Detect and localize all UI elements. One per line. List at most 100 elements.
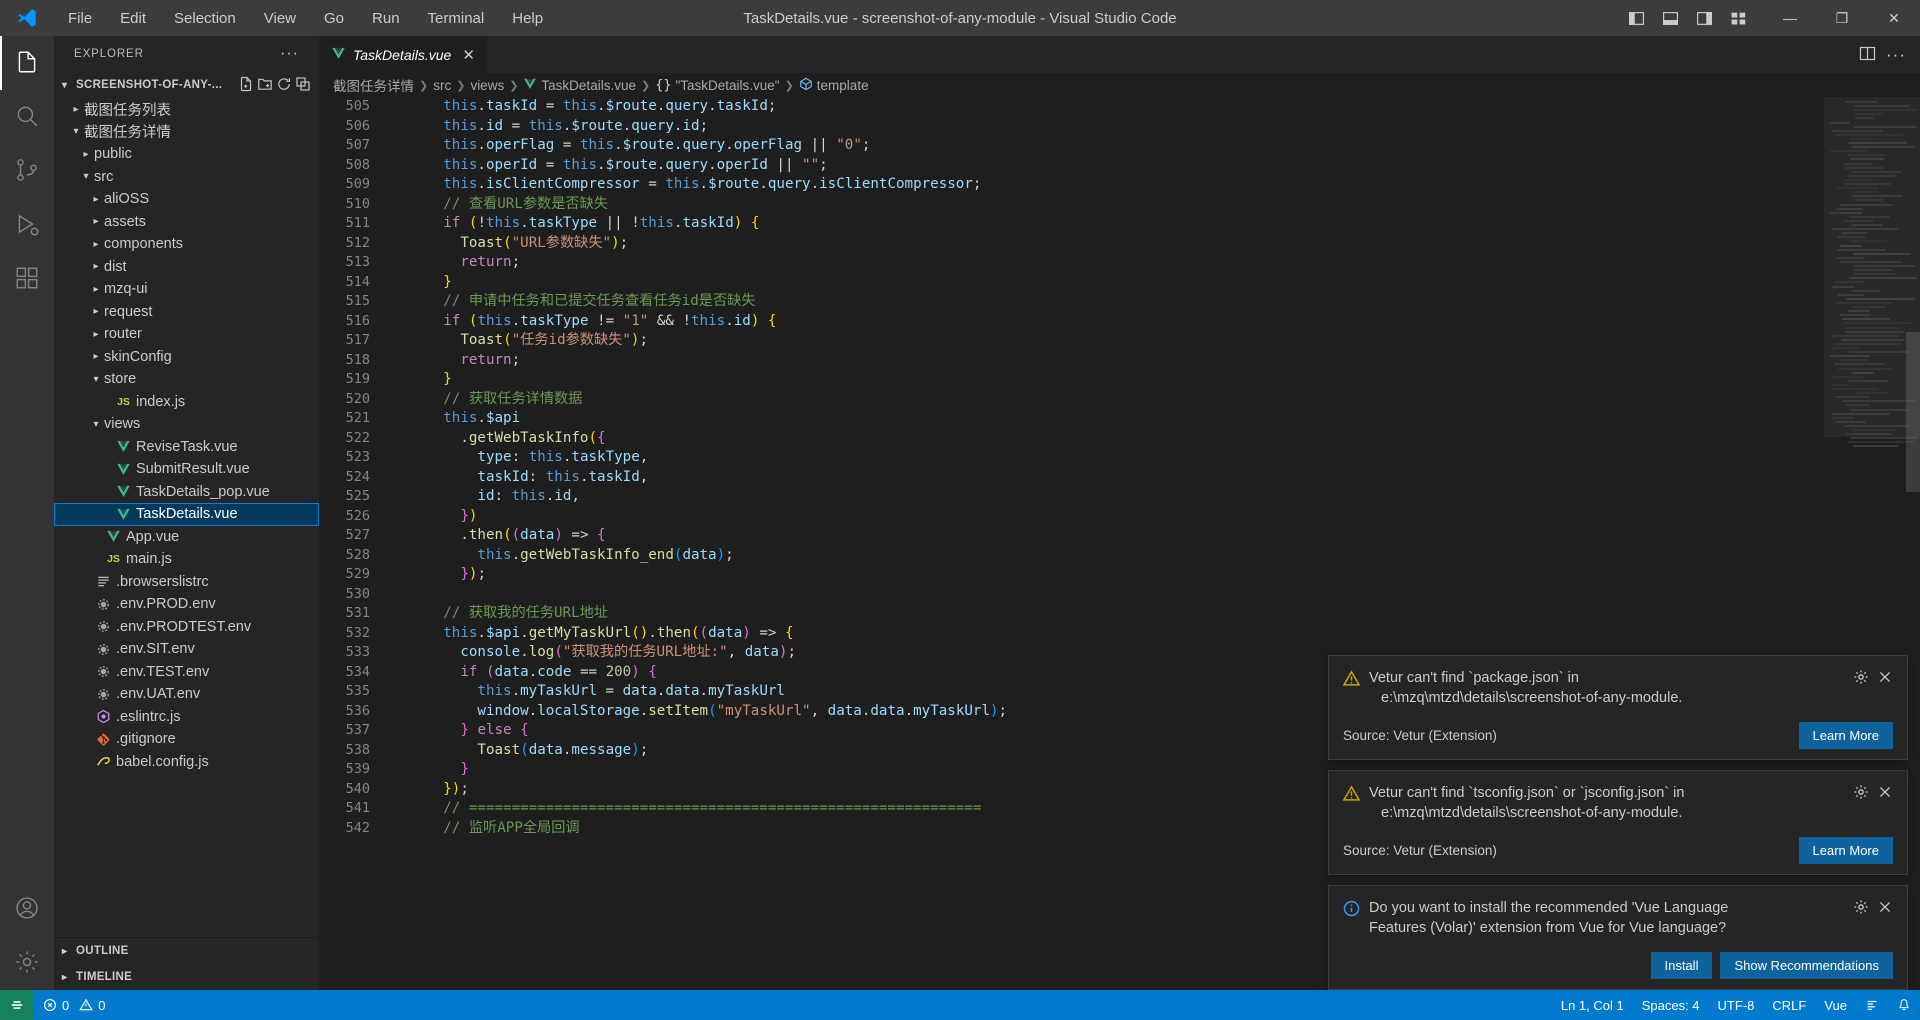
code-line[interactable]: if (!this.taskType || !this.taskId) { (392, 214, 1824, 234)
breadcrumb-item-2[interactable]: views (470, 78, 504, 93)
code-line[interactable]: }); (392, 565, 1824, 585)
encoding-status[interactable]: UTF-8 (1709, 990, 1764, 1020)
activity-accounts[interactable] (0, 882, 54, 936)
close-icon[interactable] (1877, 899, 1893, 918)
collapse-all-icon[interactable] (295, 76, 311, 95)
notification-button-show-recommendations[interactable]: Show Recommendations (1720, 952, 1893, 979)
tree-folder-item[interactable]: ▾ 截图任务详情 (54, 121, 319, 144)
tree-folder-item[interactable]: ▸ dist (54, 256, 319, 279)
code-line[interactable]: this.operId = this.$route.query.operId |… (392, 156, 1824, 176)
tree-file-item[interactable]: ▸.env.PROD.env (54, 593, 319, 616)
tree-file-item[interactable]: ▸.env.SIT.env (54, 638, 319, 661)
notifications-bell[interactable] (1888, 990, 1920, 1020)
code-line[interactable]: this.isClientCompressor = this.$route.qu… (392, 175, 1824, 195)
code-line[interactable]: // 获取任务详情数据 (392, 390, 1824, 410)
code-line[interactable]: return; (392, 253, 1824, 273)
tree-file-item[interactable]: ▸ReviseTask.vue (54, 436, 319, 459)
breadcrumb-item-5[interactable]: template (799, 77, 869, 94)
tree-folder-item[interactable]: ▸ public (54, 143, 319, 166)
tree-file-item[interactable]: ▸.env.UAT.env (54, 683, 319, 706)
breadcrumb-item-4[interactable]: {} "TaskDetails.vue" (655, 77, 779, 93)
tree-file-item[interactable]: ▸JSindex.js (54, 391, 319, 414)
language-mode-status[interactable]: Vue (1815, 990, 1856, 1020)
activity-source-control[interactable] (0, 144, 54, 198)
code-line[interactable]: }) (392, 507, 1824, 527)
code-line[interactable]: taskId: this.taskId, (392, 468, 1824, 488)
tree-file-item[interactable]: ▸babel.config.js (54, 751, 319, 774)
breadcrumb-item-1[interactable]: src (433, 78, 451, 93)
activity-run-debug[interactable] (0, 198, 54, 252)
toggle-primary-sidebar-icon[interactable] (1620, 0, 1652, 36)
activity-search[interactable] (0, 90, 54, 144)
menu-view[interactable]: View (250, 6, 310, 31)
code-line[interactable]: return; (392, 351, 1824, 371)
workspace-folder-header[interactable]: ▾ SCREENSHOT-OF-ANY-... (54, 72, 319, 98)
code-line[interactable]: // 申请中任务和已提交任务查看任务id是否缺失 (392, 292, 1824, 312)
prettier-status[interactable] (1856, 990, 1888, 1020)
customize-layout-icon[interactable] (1722, 0, 1754, 36)
gear-icon[interactable] (1853, 899, 1869, 918)
code-line[interactable]: if (this.taskType != "1" && !this.id) { (392, 312, 1824, 332)
breadcrumb-item-3[interactable]: TaskDetails.vue (523, 77, 636, 94)
tree-file-item[interactable]: ▸.env.PRODTEST.env (54, 616, 319, 639)
code-line[interactable]: .getWebTaskInfo({ (392, 429, 1824, 449)
remote-indicator[interactable] (0, 990, 34, 1020)
activity-manage-settings[interactable] (0, 936, 54, 990)
menu-selection[interactable]: Selection (160, 6, 250, 31)
editor-scrollbar[interactable] (1906, 97, 1920, 990)
activity-explorer[interactable] (0, 36, 54, 90)
tree-file-item[interactable]: ▸TaskDetails.vue (54, 503, 319, 526)
new-file-icon[interactable] (238, 76, 254, 95)
tree-folder-item[interactable]: ▾ store (54, 368, 319, 391)
code-line[interactable]: this.getWebTaskInfo_end(data); (392, 546, 1824, 566)
code-line[interactable]: this.$api (392, 409, 1824, 429)
code-line[interactable]: } (392, 273, 1824, 293)
breadcrumb-item-0[interactable]: 截图任务详情 (333, 75, 414, 95)
outline-panel-header[interactable]: ▸ OUTLINE (54, 938, 319, 964)
tree-file-item[interactable]: ▸SubmitResult.vue (54, 458, 319, 481)
tree-folder-item[interactable]: ▸ skinConfig (54, 346, 319, 369)
tree-folder-item[interactable]: ▾ src (54, 166, 319, 189)
tree-folder-item[interactable]: ▸ 截图任务列表 (54, 98, 319, 121)
code-line[interactable]: } (392, 370, 1824, 390)
tree-file-item[interactable]: ▸JSmain.js (54, 548, 319, 571)
tree-folder-item[interactable]: ▸ request (54, 301, 319, 324)
menu-go[interactable]: Go (310, 6, 358, 31)
notification-button-learn-more[interactable]: Learn More (1798, 837, 1893, 864)
gear-icon[interactable] (1853, 784, 1869, 803)
code-line[interactable]: this.operFlag = this.$route.query.operFl… (392, 136, 1824, 156)
toggle-secondary-sidebar-icon[interactable] (1688, 0, 1720, 36)
tree-folder-item[interactable]: ▸ assets (54, 211, 319, 234)
code-line[interactable]: this.$api.getMyTaskUrl().then((data) => … (392, 624, 1824, 644)
new-folder-icon[interactable] (257, 76, 273, 95)
code-line[interactable]: this.id = this.$route.query.id; (392, 117, 1824, 137)
close-icon[interactable] (1877, 669, 1893, 688)
breadcrumb[interactable]: 截图任务详情 ❯ src ❯ views ❯ TaskDetails.vue ❯… (319, 73, 1920, 97)
tree-file-item[interactable]: ▸.eslintrc.js (54, 706, 319, 729)
gear-icon[interactable] (1853, 669, 1869, 688)
activity-extensions[interactable] (0, 252, 54, 306)
menu-edit[interactable]: Edit (106, 6, 160, 31)
split-editor-icon[interactable] (1859, 45, 1876, 65)
eol-status[interactable]: CRLF (1763, 990, 1815, 1020)
code-line[interactable]: // 获取我的任务URL地址 (392, 604, 1824, 624)
code-line[interactable] (392, 585, 1824, 605)
tree-folder-item[interactable]: ▸ aliOSS (54, 188, 319, 211)
explorer-more-actions-icon[interactable]: ··· (280, 45, 299, 63)
code-line[interactable]: id: this.id, (392, 487, 1824, 507)
code-line[interactable]: this.taskId = this.$route.query.taskId; (392, 97, 1824, 117)
tree-folder-item[interactable]: ▾ views (54, 413, 319, 436)
tab-taskdetails-vue[interactable]: TaskDetails.vue ✕ (319, 36, 488, 73)
menu-bar[interactable]: File Edit Selection View Go Run Terminal… (54, 6, 557, 31)
code-line[interactable]: Toast("URL参数缺失"); (392, 234, 1824, 254)
menu-help[interactable]: Help (498, 6, 557, 31)
indentation-status[interactable]: Spaces: 4 (1633, 990, 1709, 1020)
close-icon[interactable] (1877, 784, 1893, 803)
maximize-button[interactable]: ❐ (1816, 0, 1868, 36)
tab-close-icon[interactable]: ✕ (462, 46, 475, 64)
tree-folder-item[interactable]: ▸ router (54, 323, 319, 346)
code-line[interactable]: // 查看URL参数是否缺失 (392, 195, 1824, 215)
notification-button-install[interactable]: Install (1650, 952, 1713, 979)
timeline-panel-header[interactable]: ▸ TIMELINE (54, 964, 319, 990)
tree-file-item[interactable]: ▸.browserslistrc (54, 571, 319, 594)
